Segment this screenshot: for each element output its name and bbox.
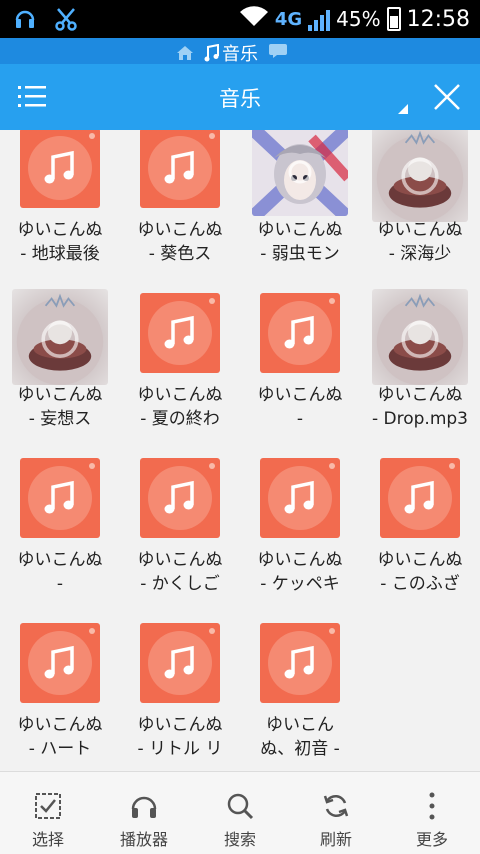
file-name-line1: ゆいこんぬ: [377, 550, 463, 570]
file-name-line2: - 弱虫モン: [260, 244, 340, 264]
file-name-line1: ゆいこんぬ: [257, 385, 343, 405]
file-name-line1: ゆいこんぬ: [17, 715, 103, 735]
select-checkbox-icon: [35, 793, 61, 819]
file-item[interactable]: ゆいこんぬ - 弱虫モン: [240, 130, 360, 288]
file-grid: ゆいこんぬ - 地球最後 ゆいこんぬ - 葵色ス ゆいこんぬ - 弱虫モン ゆいこんぬ - 深…: [0, 130, 480, 771]
file-name-line1: ゆいこんぬ: [17, 220, 103, 240]
file-name-line1: ゆいこんぬ: [17, 550, 103, 570]
page-title: 音乐: [219, 87, 261, 111]
file-name-line1: ゆいこんぬ: [257, 220, 343, 240]
select-button[interactable]: 选择: [0, 772, 96, 854]
file-item[interactable]: ゆいこんぬ - 夏の終わ: [120, 293, 240, 453]
music-file-icon: [260, 293, 340, 373]
home-icon[interactable]: [176, 45, 194, 61]
music-file-icon: [140, 293, 220, 373]
file-name-line2: -: [296, 409, 304, 429]
music-file-icon: [140, 458, 220, 538]
search-label: 搜索: [223, 830, 256, 849]
signal-strength-icon: [308, 7, 331, 31]
music-file-icon: [140, 130, 220, 208]
file-name-line1: ゆいこんぬ: [257, 550, 343, 570]
album-art-thumbnail: [12, 289, 108, 385]
music-file-icon: [20, 623, 100, 703]
music-file-icon: [260, 623, 340, 703]
file-name-line2: - 深海少: [388, 244, 452, 264]
file-name-line1: ゆいこん: [266, 715, 334, 735]
file-name-line1: ゆいこんぬ: [137, 715, 223, 735]
path-bar: 音乐: [0, 38, 480, 66]
file-name-line1: ゆいこんぬ: [137, 385, 223, 405]
file-name-line1: ゆいこんぬ: [137, 550, 223, 570]
file-item[interactable]: ゆいこんぬ - かくしご: [120, 458, 240, 618]
file-name-line2: - 葵色ス: [148, 244, 212, 264]
close-icon[interactable]: [432, 82, 462, 116]
refresh-button[interactable]: 刷新: [288, 772, 384, 854]
clock: 12:58: [406, 6, 470, 32]
battery-icon: [386, 7, 401, 31]
player-button[interactable]: 播放器: [96, 772, 192, 854]
more-button[interactable]: 更多: [384, 772, 480, 854]
music-file-icon: [20, 130, 100, 208]
file-item[interactable]: ゆいこんぬ - Drop.mp3: [360, 289, 480, 453]
file-name-line2: - このふざ: [380, 574, 460, 594]
wifi-icon: [239, 5, 269, 33]
file-item[interactable]: ゆいこんぬ、初音 -: [240, 623, 360, 771]
file-item[interactable]: ゆいこんぬ - リトル リ: [120, 623, 240, 771]
album-art-thumbnail: [372, 130, 468, 222]
chat-icon[interactable]: [268, 43, 288, 64]
file-name-line2: - ケッペキ: [260, 574, 340, 594]
title-bar: 音乐: [0, 64, 480, 130]
file-name-line1: ゆいこんぬ: [137, 220, 223, 240]
file-item[interactable]: ゆいこんぬ - このふざ: [360, 458, 480, 618]
more-vertical-icon: [429, 792, 435, 820]
music-file-icon: [20, 458, 100, 538]
file-item[interactable]: ゆいこんぬ - 葵色ス: [120, 130, 240, 288]
file-item[interactable]: ゆいこんぬ -: [240, 293, 360, 453]
file-item[interactable]: ゆいこんぬ - 妄想ス: [0, 289, 120, 453]
file-item[interactable]: ゆいこんぬ - 深海少: [360, 130, 480, 288]
file-item[interactable]: ゆいこんぬ - 地球最後: [0, 130, 120, 288]
player-label: 播放器: [119, 830, 168, 849]
status-bar: 4G 45% 12:58: [0, 0, 480, 38]
battery-percent: 45%: [336, 7, 381, 31]
file-name-line2: - 妄想ス: [28, 409, 92, 429]
refresh-icon: [323, 794, 349, 818]
more-label: 更多: [415, 830, 448, 849]
file-name-line2: -: [56, 574, 64, 594]
refresh-label: 刷新: [319, 830, 352, 849]
file-item[interactable]: ゆいこんぬ - ハート: [0, 623, 120, 771]
file-item[interactable]: ゆいこんぬ -: [0, 458, 120, 618]
search-icon: [227, 793, 254, 820]
file-name-line1: ゆいこんぬ: [377, 220, 463, 240]
file-name-line2: - 地球最後: [20, 244, 100, 264]
network-type: 4G: [274, 8, 303, 30]
music-file-icon: [140, 623, 220, 703]
album-art-thumbnail: [252, 130, 348, 216]
music-file-icon: [380, 458, 460, 538]
file-name-line2: ぬ、初音 -: [260, 739, 340, 759]
file-name-line2: - リトル リ: [137, 739, 223, 759]
file-name-line2: - かくしご: [140, 574, 220, 594]
path-current-label: 音乐: [222, 44, 258, 65]
scissors-icon: [54, 6, 78, 36]
headset-notification-icon: [14, 6, 36, 36]
file-item[interactable]: ゆいこんぬ - ケッペキ: [240, 458, 360, 618]
file-name-line1: ゆいこんぬ: [17, 385, 103, 405]
album-art-thumbnail: [372, 289, 468, 385]
file-name-line2: - ハート: [28, 739, 92, 759]
headphones-icon: [131, 796, 157, 818]
file-name-line2: - 夏の終わ: [140, 409, 220, 429]
select-label: 选择: [31, 830, 64, 849]
bottom-toolbar: 选择 播放器 搜索 刷新 更多: [0, 771, 480, 854]
dropdown-indicator-icon[interactable]: [398, 104, 408, 114]
music-note-icon: [204, 44, 219, 62]
music-file-icon: [260, 458, 340, 538]
search-button[interactable]: 搜索: [192, 772, 288, 854]
path-current[interactable]: 音乐: [204, 40, 258, 66]
file-name-line2: - Drop.mp3: [371, 409, 468, 429]
file-name-line1: ゆいこんぬ: [377, 385, 463, 405]
